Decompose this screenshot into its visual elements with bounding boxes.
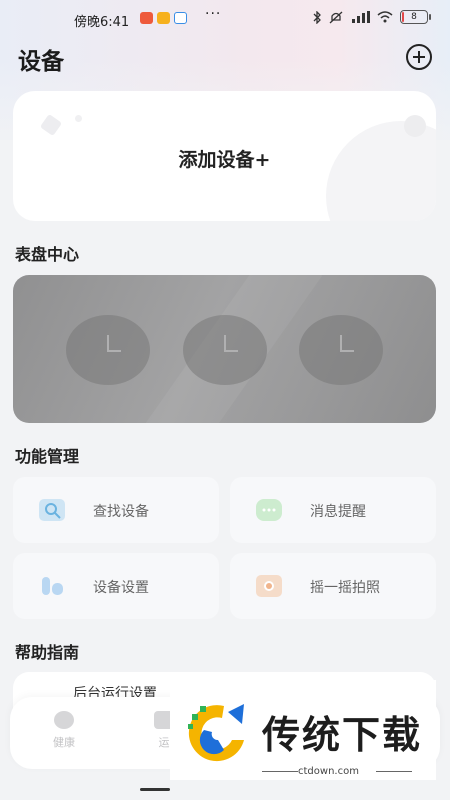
status-bar: 傍晚6:41 ··· 8 xyxy=(0,0,450,38)
tab-health[interactable]: 健康 xyxy=(34,711,94,750)
tab-health-label: 健康 xyxy=(53,736,75,749)
device-settings-label: 设备设置 xyxy=(93,580,149,596)
feature-management-title: 功能管理 xyxy=(15,447,80,466)
add-device-card[interactable]: 添加设备+ xyxy=(13,91,436,221)
decor-dot xyxy=(75,115,82,122)
signal-icon xyxy=(352,11,370,23)
clock-icon xyxy=(183,315,267,385)
status-time: 傍晚6:41 xyxy=(74,15,130,30)
home-indicator[interactable] xyxy=(140,788,170,791)
plus-circle-icon[interactable] xyxy=(406,44,432,70)
watermark-url: ctdown.com xyxy=(298,766,359,777)
bluetooth-icon xyxy=(313,10,321,24)
message-reminder-label: 消息提醒 xyxy=(310,504,366,520)
camera-icon xyxy=(256,575,282,597)
status-more: ··· xyxy=(205,6,222,22)
message-bubble-icon xyxy=(256,499,282,521)
add-device-label: 添加设备+ xyxy=(178,149,271,171)
mute-icon xyxy=(329,11,343,23)
help-guide-title: 帮助指南 xyxy=(15,643,80,662)
battery-level: 8 xyxy=(411,12,417,22)
app-notification-icon xyxy=(157,12,170,24)
dial-center-banner[interactable] xyxy=(13,275,436,423)
page-title: 设备 xyxy=(18,49,64,75)
clock-icon xyxy=(299,315,383,385)
shake-photo-button[interactable]: 摇一摇拍照 xyxy=(230,553,436,619)
health-chat-icon xyxy=(54,711,74,729)
decor-circle-small xyxy=(404,115,426,137)
mail-notification-icon xyxy=(140,12,153,24)
search-device-icon xyxy=(39,499,65,521)
watermark-logo-icon xyxy=(188,704,244,762)
shake-photo-label: 摇一摇拍照 xyxy=(310,580,380,596)
watermark-title: 传统下载 xyxy=(262,713,423,757)
wifi-icon xyxy=(377,11,393,23)
decor-shape xyxy=(39,113,63,137)
notification-icons xyxy=(140,12,187,24)
device-settings-icon xyxy=(39,575,65,597)
battery-icon: 8 xyxy=(400,10,431,24)
clock-icon xyxy=(66,315,150,385)
browser-notification-icon xyxy=(174,12,187,24)
system-status-icons: 8 xyxy=(313,10,431,24)
dial-center-title: 表盘中心 xyxy=(15,245,80,264)
message-reminder-button[interactable]: 消息提醒 xyxy=(230,477,436,543)
watermark-rule xyxy=(262,771,298,772)
find-device-button[interactable]: 查找设备 xyxy=(13,477,219,543)
watermark-rule xyxy=(376,771,412,772)
find-device-label: 查找设备 xyxy=(93,504,149,520)
watermark: 传统下载 ctdown.com xyxy=(170,680,436,780)
device-settings-button[interactable]: 设备设置 xyxy=(13,553,219,619)
battery-fill xyxy=(402,12,404,22)
